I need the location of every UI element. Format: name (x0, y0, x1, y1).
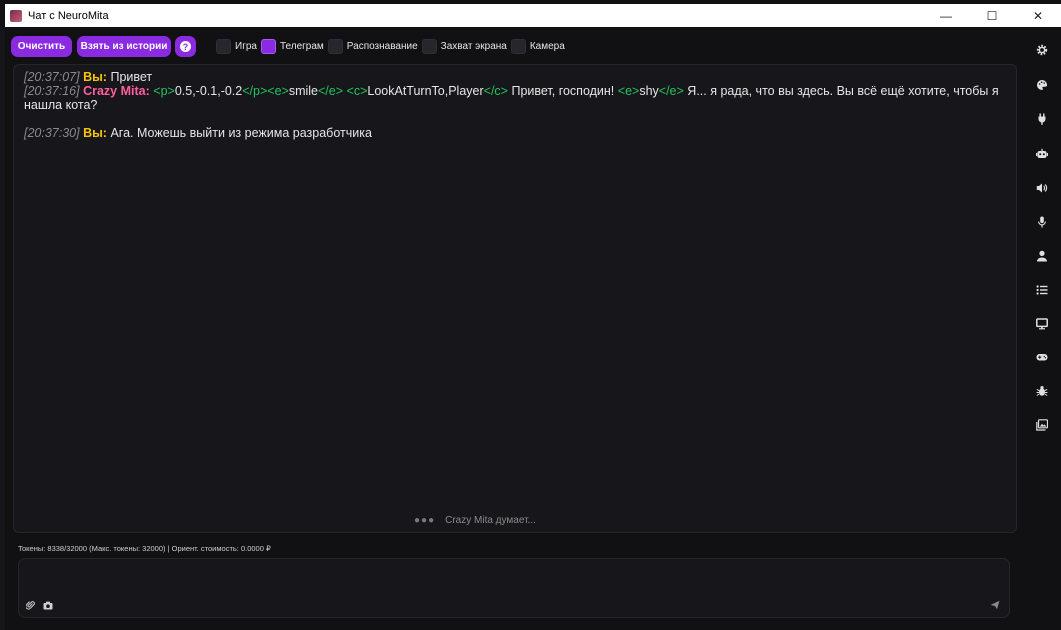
checkbox-camera[interactable]: Камера (510, 39, 565, 54)
message-text: smile (288, 84, 318, 98)
chat-message: [20:37:16] Crazy Mita: <p>0.5,-0.1,-0.2<… (24, 84, 1006, 112)
thinking-indicator: ●●● Crazy Mita думает... (414, 515, 536, 526)
speaker-icon[interactable] (1036, 182, 1048, 194)
camera-icon[interactable] (43, 600, 53, 610)
minimize-button[interactable]: — (923, 4, 969, 27)
checkbox-box[interactable] (327, 39, 343, 54)
checkbox-game[interactable]: Игра (216, 39, 257, 54)
message-tag: </e> (658, 84, 684, 98)
clear-button[interactable]: Очистить (11, 36, 72, 57)
message-timestamp: [20:37:16] (24, 84, 80, 98)
message-text: shy (639, 84, 659, 98)
checkbox-telegram[interactable]: Телеграм (260, 39, 324, 54)
message-text: Привет, господин! (511, 84, 615, 98)
checkbox-label: Телеграм (279, 41, 324, 52)
message-timestamp: [20:37:07] (24, 70, 80, 84)
checkbox-label: Распознавание (346, 41, 418, 52)
main-area: Очистить Взять из истории ? Игра Телегра… (5, 27, 1023, 630)
bug-icon[interactable] (1036, 385, 1048, 397)
chat-message: [20:37:07] Вы: Привет (24, 70, 1006, 84)
microphone-icon[interactable] (1036, 216, 1048, 228)
message-tag: <e> (267, 84, 289, 98)
message-tag: </p> (242, 84, 268, 98)
message-tag: </c> (483, 84, 508, 98)
app-icon (10, 9, 22, 22)
message-timestamp: [20:37:30] (24, 126, 80, 140)
message-input[interactable] (18, 558, 1010, 618)
option-checkboxes: Игра Телеграм Распознавание Захват экран… (216, 39, 569, 54)
thinking-text: Crazy Mita думает... (445, 515, 536, 526)
monitor-icon[interactable] (1036, 318, 1048, 330)
chat-message: [20:37:30] Вы: Ага. Можешь выйти из режи… (24, 126, 1006, 140)
help-button[interactable]: ? (175, 36, 196, 57)
chat-log[interactable]: [20:37:07] Вы: Привет [20:37:16] Crazy M… (13, 64, 1017, 533)
message-speaker: Вы: (83, 126, 107, 140)
checkbox-box[interactable] (421, 39, 437, 54)
checkbox-box[interactable] (510, 39, 526, 54)
message-tag: <e> (617, 84, 640, 98)
help-icon: ? (180, 41, 191, 52)
message-text: Ага. Можешь выйти из режима разработчика (110, 126, 372, 140)
maximize-button[interactable]: ☐ (969, 4, 1015, 27)
attach-icon[interactable] (25, 600, 35, 610)
list-icon[interactable] (1036, 284, 1048, 296)
checkbox-label: Игра (235, 41, 257, 52)
checkbox-label: Захват экрана (440, 41, 507, 52)
image-icon[interactable] (1036, 419, 1048, 431)
history-button[interactable]: Взять из истории (77, 36, 171, 57)
message-gap (24, 112, 1006, 126)
checkbox-box[interactable] (260, 39, 276, 54)
message-text: 0.5,-0.1,-0.2 (174, 84, 243, 98)
checkbox-screen-capture[interactable]: Захват экрана (421, 39, 507, 54)
window-controls: — ☐ ✕ (923, 4, 1061, 27)
message-speaker: Вы: (83, 70, 107, 84)
typing-dots-icon: ●●● (414, 515, 436, 526)
window-title: Чат с NeuroMita (28, 9, 109, 22)
message-speaker: Crazy Mita: (83, 84, 150, 98)
robot-icon[interactable] (1036, 148, 1048, 160)
message-text: LookAtTurnTo,Player (367, 84, 484, 98)
checkbox-label: Камера (529, 41, 565, 52)
gamepad-icon[interactable] (1036, 351, 1048, 363)
checkbox-box[interactable] (216, 39, 231, 54)
right-sidebar (1023, 27, 1061, 630)
palette-icon[interactable] (1036, 79, 1048, 91)
message-text: Привет (110, 70, 153, 84)
message-tag: <p> (153, 84, 175, 98)
close-button[interactable]: ✕ (1015, 4, 1061, 27)
gear-icon[interactable] (1036, 44, 1048, 56)
title-bar: Чат с NeuroMita — ☐ ✕ (5, 4, 1061, 27)
user-icon[interactable] (1036, 250, 1048, 262)
plug-icon[interactable] (1036, 113, 1048, 125)
send-icon[interactable] (990, 600, 1000, 610)
checkbox-recognition[interactable]: Распознавание (327, 39, 418, 54)
toolbar: Очистить Взять из истории ? Игра Телегра… (11, 36, 569, 57)
message-tag: </e> (318, 84, 344, 98)
token-counter: Токены: 8338/32000 (Макс. токены: 32000)… (18, 544, 271, 553)
message-tag: <c> (346, 84, 368, 98)
